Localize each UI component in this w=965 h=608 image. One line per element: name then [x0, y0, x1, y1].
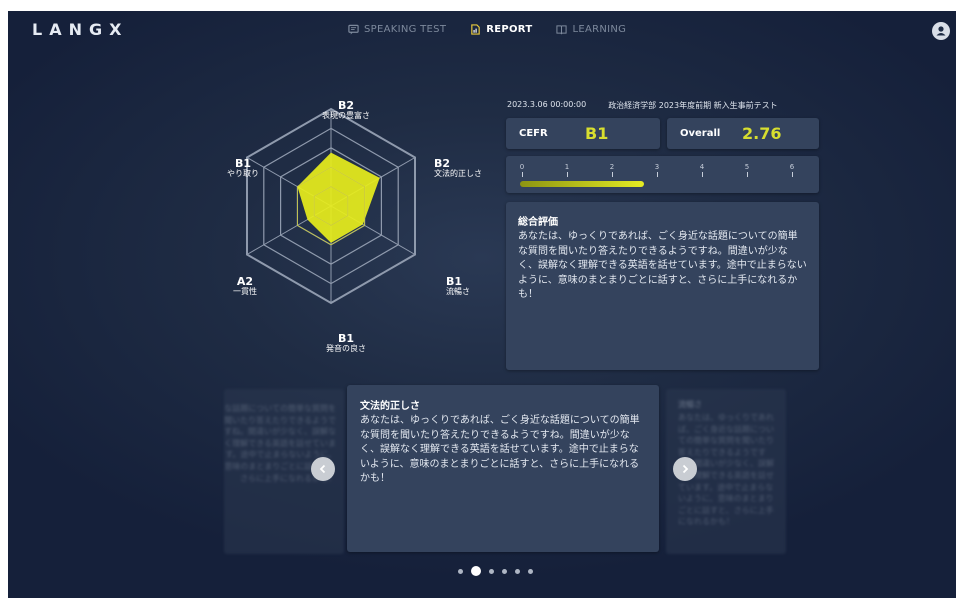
- carousel-next-button[interactable]: [673, 457, 697, 481]
- user-icon: [936, 26, 946, 36]
- test-name: 政治経済学部 2023年度前期 新入生事前テスト: [608, 101, 778, 110]
- main-nav: SPEAKING TEST REPORT LEARNING: [348, 24, 626, 35]
- carousel-dot[interactable]: [471, 566, 481, 576]
- cefr-value: B1: [585, 124, 609, 143]
- carousel-card-current: 文法的正しさ あなたは、ゆっくりであれば、ごく身近な話題についての簡単な質問を聞…: [347, 385, 659, 552]
- radar-score-shape: [297, 152, 380, 243]
- carousel-dot[interactable]: [458, 568, 463, 574]
- carousel-dot[interactable]: [515, 568, 520, 574]
- chat-icon: [348, 24, 359, 35]
- scale-tick: 4: [697, 164, 707, 177]
- score-scale: 0 1 2 3 4 5 6: [506, 156, 819, 193]
- scale-tick: 1: [562, 164, 572, 177]
- user-avatar[interactable]: [932, 22, 950, 40]
- app-logo[interactable]: LANGX: [32, 20, 128, 39]
- carousel-dot[interactable]: [489, 568, 494, 574]
- scale-tick: 2: [607, 164, 617, 177]
- axis-label-interaction: B1 やり取り: [227, 157, 259, 179]
- overall-card: Overall 2.76: [667, 118, 819, 149]
- cefr-card: CEFR B1: [506, 118, 660, 149]
- scale-tick: 6: [787, 164, 797, 177]
- scale-tick: 5: [742, 164, 752, 177]
- carousel-card-title: 文法的正しさ: [360, 401, 420, 412]
- carousel-next-title: 流暢さ: [678, 400, 702, 409]
- overall-label: Overall: [680, 128, 721, 139]
- scale-tick: 0: [517, 164, 527, 177]
- score-progress-bar: [520, 181, 644, 187]
- axis-label-coherence: A2 一貫性: [233, 275, 257, 297]
- overall-value: 2.76: [742, 124, 782, 143]
- test-datetime: 2023.3.06 00:00:00: [507, 100, 587, 109]
- summary-card: 総合評価 あなたは、ゆっくりであれば、ごく身近な話題についての簡単な質問を聞いた…: [506, 202, 819, 370]
- nav-label: SPEAKING TEST: [364, 24, 447, 35]
- axis-label-expression: B2 表現の豊富さ: [322, 99, 370, 121]
- carousel-prev-button[interactable]: [311, 457, 335, 481]
- summary-title: 総合評価: [518, 217, 558, 228]
- report-icon: [471, 24, 481, 35]
- test-meta: 2023.3.06 00:00:00 政治経済学部 2023年度前期 新入生事前…: [507, 100, 778, 111]
- axis-label-grammar: B2 文法的正しさ: [434, 157, 482, 179]
- nav-label: LEARNING: [572, 24, 627, 35]
- axis-label-fluency: B1 流暢さ: [446, 275, 470, 297]
- nav-speaking-test[interactable]: SPEAKING TEST: [348, 24, 446, 35]
- nav-report[interactable]: REPORT: [470, 24, 532, 35]
- carousel-dot[interactable]: [502, 568, 507, 574]
- scale-tick: 3: [652, 164, 662, 177]
- carousel-pagination: [458, 566, 533, 576]
- chevron-right-icon: [682, 464, 689, 474]
- nav-learning[interactable]: LEARNING: [556, 24, 626, 35]
- axis-label-pronunciation: B1 発音の良さ: [326, 332, 366, 354]
- cefr-label: CEFR: [519, 128, 548, 139]
- book-icon: [556, 25, 568, 35]
- carousel-card-body: あなたは、ゆっくりであれば、ごく身近な話題についての簡単な質問を聞いたり答えたり…: [360, 415, 640, 484]
- chevron-left-icon: [319, 464, 326, 474]
- nav-label: REPORT: [486, 24, 533, 35]
- radar-chart: [245, 107, 417, 305]
- app-window: LANGX SPEAKING TEST REPORT LEARNING B2 表…: [8, 11, 956, 598]
- carousel-dot[interactable]: [528, 568, 533, 574]
- summary-body: あなたは、ゆっくりであれば、ごく身近な話題についての簡単な質問を聞いたり答えたり…: [518, 231, 807, 300]
